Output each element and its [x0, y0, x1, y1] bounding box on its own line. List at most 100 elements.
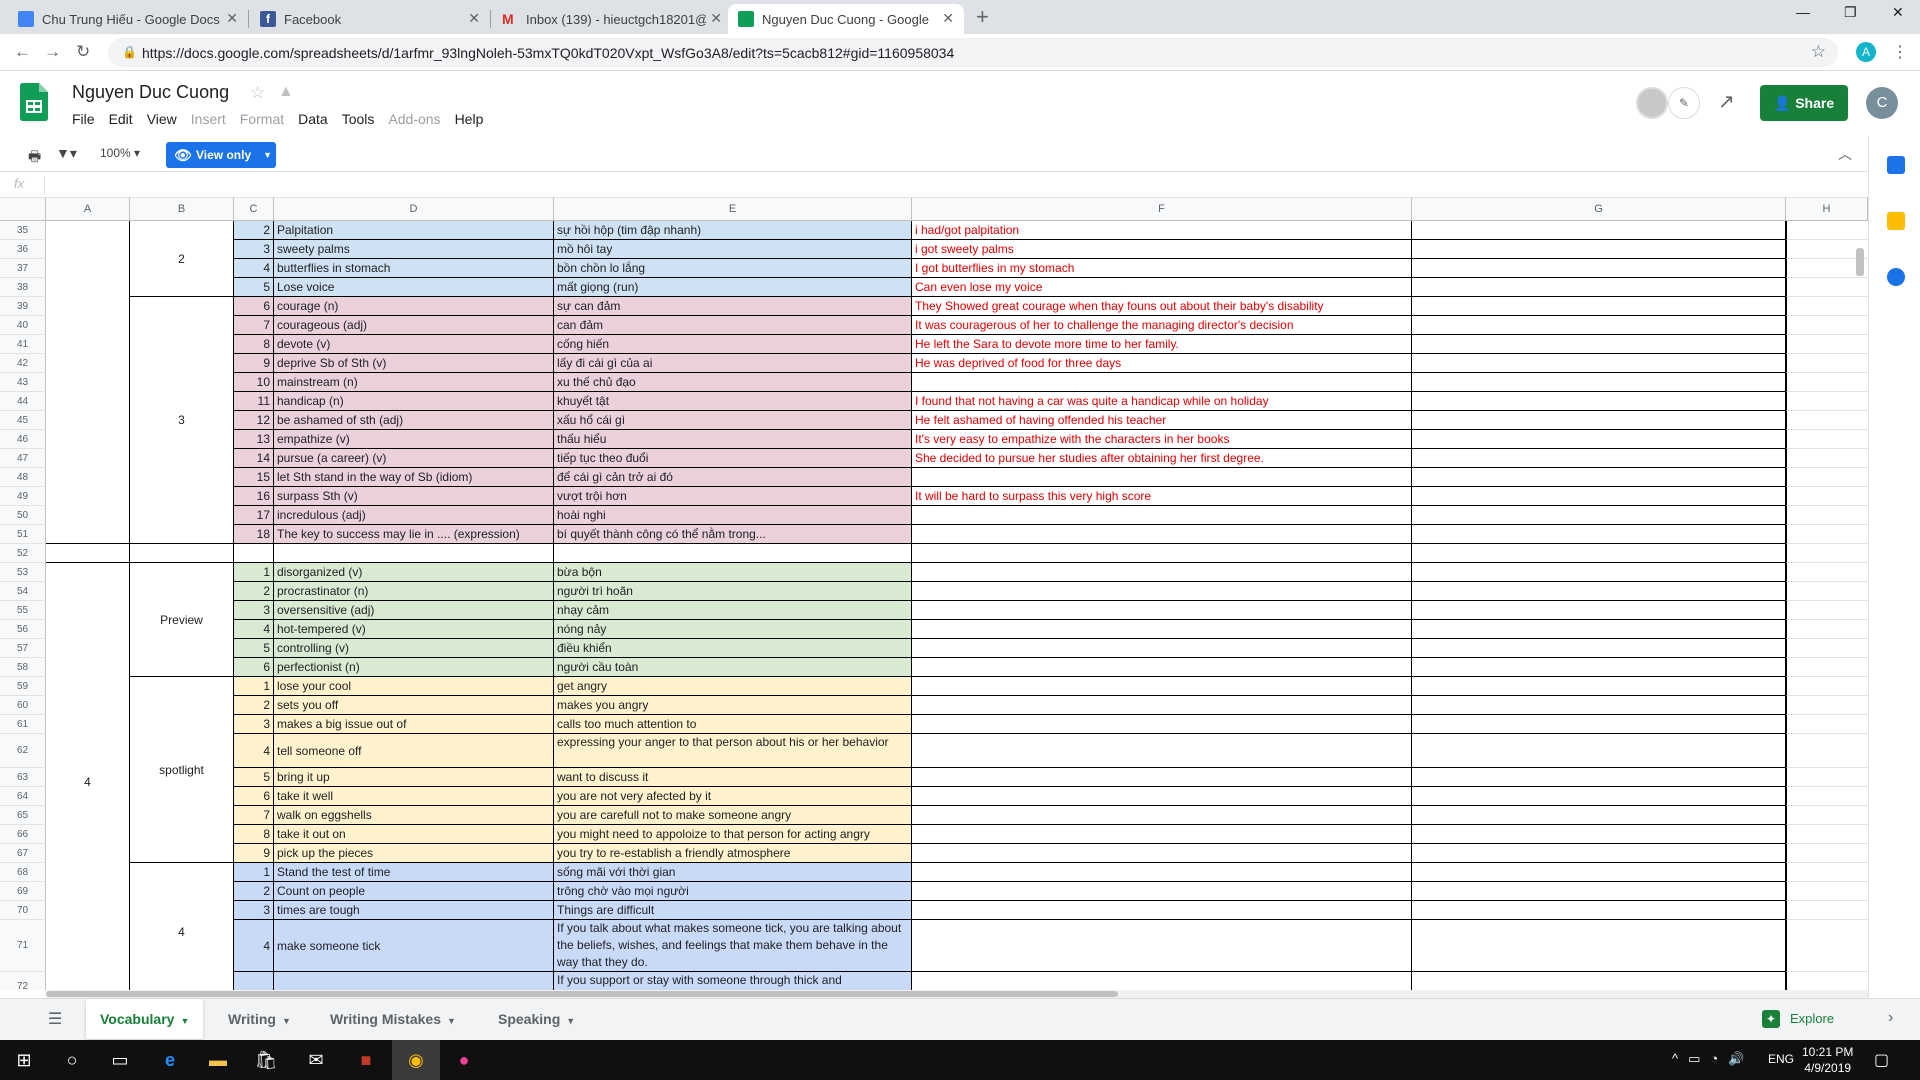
collapse-header-icon[interactable]: ︿: [1838, 144, 1852, 164]
share-button[interactable]: 👤 Share: [1760, 85, 1848, 121]
column-header-c[interactable]: C: [234, 198, 274, 221]
cell-c[interactable]: 1: [234, 677, 274, 696]
new-tab-button[interactable]: +: [976, 4, 989, 30]
cell-g[interactable]: [1412, 297, 1786, 316]
cell-e[interactable]: lấy đi cái gì của ai: [554, 354, 912, 373]
menu-tools[interactable]: Tools: [342, 111, 375, 127]
row-header[interactable]: 63: [0, 768, 46, 787]
cell-d[interactable]: perfectionist (n): [274, 658, 554, 677]
cell-c[interactable]: 2: [234, 582, 274, 601]
cell-g[interactable]: [1412, 335, 1786, 354]
cell-g[interactable]: [1412, 373, 1786, 392]
cell-f[interactable]: [912, 696, 1412, 715]
cell-d[interactable]: bring it up: [274, 768, 554, 787]
row-header[interactable]: 47: [0, 449, 46, 468]
cell-c[interactable]: 18: [234, 525, 274, 544]
cell-e[interactable]: người trì hoãn: [554, 582, 912, 601]
cell-d[interactable]: sweety palms: [274, 240, 554, 259]
cell-d[interactable]: tell someone off: [274, 734, 554, 768]
cell-e[interactable]: hoài nghi: [554, 506, 912, 525]
cell-h[interactable]: [1786, 734, 1868, 768]
cell-c[interactable]: 4: [234, 920, 274, 972]
cell-d[interactable]: hot-tempered (v): [274, 620, 554, 639]
cell-d[interactable]: make someone tick: [274, 920, 554, 972]
cell-f[interactable]: [912, 639, 1412, 658]
row-header[interactable]: 43: [0, 373, 46, 392]
cell-h[interactable]: [1786, 221, 1868, 240]
back-button[interactable]: ←: [14, 42, 31, 62]
minimize-button[interactable]: —: [1796, 4, 1810, 20]
row-header[interactable]: 44: [0, 392, 46, 411]
merged-a-row-52[interactable]: [46, 544, 130, 563]
zoom-select[interactable]: 100% ▾: [100, 146, 140, 160]
sheet-tab-speaking[interactable]: Speaking ▼: [484, 999, 589, 1039]
cell-h[interactable]: [1786, 677, 1868, 696]
keep-icon[interactable]: [1887, 212, 1905, 230]
row-header[interactable]: 58: [0, 658, 46, 677]
cell-f[interactable]: i got sweety palms: [912, 240, 1412, 259]
cell-e[interactable]: bừa bộn: [554, 563, 912, 582]
merged-a-block-1[interactable]: [46, 221, 130, 544]
cell-g[interactable]: [1412, 506, 1786, 525]
cell-h[interactable]: [1786, 806, 1868, 825]
cell-d[interactable]: handicap (n): [274, 392, 554, 411]
menu-insert[interactable]: Insert: [191, 111, 226, 127]
cell-f[interactable]: [912, 620, 1412, 639]
cell-c[interactable]: 10: [234, 373, 274, 392]
menu-view[interactable]: View: [147, 111, 177, 127]
cell-f[interactable]: i had/got palpitation: [912, 221, 1412, 240]
cell-g[interactable]: [1412, 901, 1786, 920]
cell-d[interactable]: lose your cool: [274, 677, 554, 696]
cell-h[interactable]: [1786, 901, 1868, 920]
row-header[interactable]: 40: [0, 316, 46, 335]
cell-h[interactable]: [1786, 430, 1868, 449]
cell-f[interactable]: [912, 582, 1412, 601]
cell-h[interactable]: [1786, 487, 1868, 506]
store-icon[interactable]: 🛍: [242, 1040, 290, 1080]
cell-f[interactable]: She decided to pursue her studies after …: [912, 449, 1412, 468]
cell-c[interactable]: 13: [234, 430, 274, 449]
cell-h[interactable]: [1786, 278, 1868, 297]
cell-e[interactable]: bồn chồn lo lắng: [554, 259, 912, 278]
cell-e[interactable]: thấu hiểu: [554, 430, 912, 449]
cell-g[interactable]: [1412, 601, 1786, 620]
cell-e[interactable]: cống hiến: [554, 335, 912, 354]
cell-g[interactable]: [1412, 278, 1786, 297]
cell-c[interactable]: 8: [234, 825, 274, 844]
cell-g[interactable]: [1412, 972, 1786, 990]
cell-h[interactable]: [1786, 449, 1868, 468]
row-header[interactable]: 62: [0, 734, 46, 768]
view-only-button[interactable]: 👁 View only ▼: [166, 142, 276, 168]
browser-tab-facebook[interactable]: f Facebook ✕: [250, 4, 490, 34]
row-header[interactable]: 61: [0, 715, 46, 734]
close-icon[interactable]: ✕: [942, 10, 954, 27]
cell-g[interactable]: [1412, 259, 1786, 278]
dota-icon[interactable]: ■: [342, 1040, 390, 1080]
close-window-button[interactable]: ✕: [1892, 4, 1904, 21]
cell-h[interactable]: [1786, 768, 1868, 787]
cell-f[interactable]: [912, 787, 1412, 806]
cell-g[interactable]: [1412, 468, 1786, 487]
row-header[interactable]: 50: [0, 506, 46, 525]
cell-f[interactable]: [912, 768, 1412, 787]
cell-f[interactable]: [912, 825, 1412, 844]
cell-h[interactable]: [1786, 354, 1868, 373]
cell-d[interactable]: The key to success may lie in .... (expr…: [274, 525, 554, 544]
cell-e[interactable]: makes you angry: [554, 696, 912, 715]
task-view-icon[interactable]: ▭: [96, 1040, 144, 1080]
cell-f[interactable]: I found that not having a car was quite …: [912, 392, 1412, 411]
cell-d[interactable]: Count on people: [274, 882, 554, 901]
cell-e[interactable]: để cái gì cản trở ai đó: [554, 468, 912, 487]
browser-tab-gmail[interactable]: M Inbox (139) - hieuctgch18201@fp ✕: [492, 4, 732, 34]
cell-g[interactable]: [1412, 354, 1786, 373]
maps-icon[interactable]: ●: [440, 1040, 488, 1080]
row-header[interactable]: 42: [0, 354, 46, 373]
cell-c[interactable]: 7: [234, 316, 274, 335]
column-header-d[interactable]: D: [274, 198, 554, 221]
close-icon[interactable]: ✕: [468, 10, 480, 27]
row-header[interactable]: 39: [0, 297, 46, 316]
sheet-tab-writing-mistakes[interactable]: Writing Mistakes ▼: [316, 999, 470, 1039]
cell-c[interactable]: 17: [234, 506, 274, 525]
cell-e[interactable]: nóng nảy: [554, 620, 912, 639]
column-header-f[interactable]: F: [912, 198, 1412, 221]
